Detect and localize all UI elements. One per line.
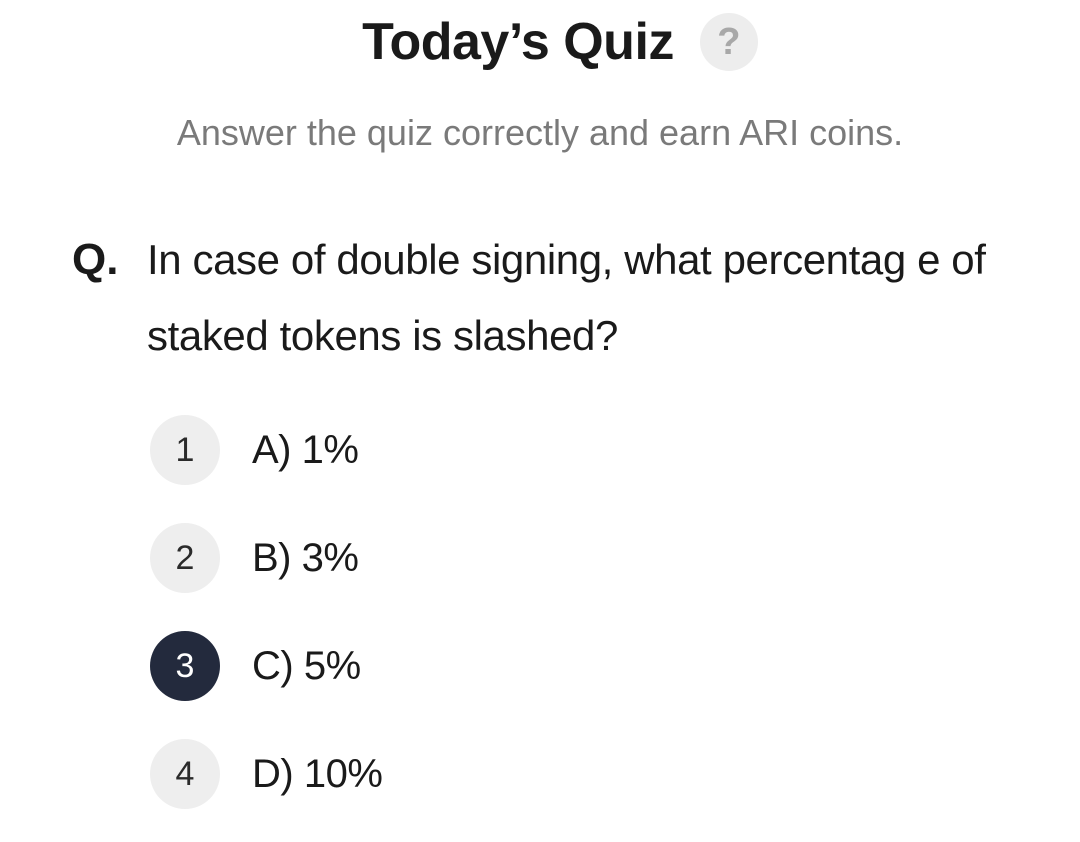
quiz-page: Today’s Quiz ? Answer the quiz correctly… — [0, 0, 1080, 842]
answer-options: 1 A) 1% 2 B) 3% 3 C) 5% 4 D) 10% — [150, 414, 383, 842]
option-label: D) 10% — [252, 751, 383, 796]
question-text: In case of double signing, what percenta… — [147, 236, 986, 359]
question: Q. In case of double signing, what perce… — [72, 222, 1032, 374]
page-title: Today’s Quiz — [362, 13, 674, 71]
subtitle: Answer the quiz correctly and earn ARI c… — [176, 112, 904, 153]
help-question-icon[interactable]: ? — [699, 13, 758, 71]
option-number-badge: 4 — [150, 739, 220, 809]
option-2[interactable]: 2 B) 3% — [150, 522, 382, 594]
header: Today’s Quiz ? — [0, 12, 1080, 72]
option-4[interactable]: 4 D) 10% — [150, 738, 383, 810]
option-label: A) 1% — [252, 427, 359, 472]
option-label: B) 3% — [252, 535, 359, 580]
option-number-badge: 2 — [150, 523, 220, 593]
option-number-badge: 3 — [150, 631, 220, 701]
option-number-badge: 1 — [150, 415, 220, 485]
option-3[interactable]: 3 C) 5% — [150, 630, 382, 702]
question-prefix: Q. — [72, 235, 119, 284]
option-1[interactable]: 1 A) 1% — [150, 414, 382, 486]
option-label: C) 5% — [252, 643, 361, 688]
